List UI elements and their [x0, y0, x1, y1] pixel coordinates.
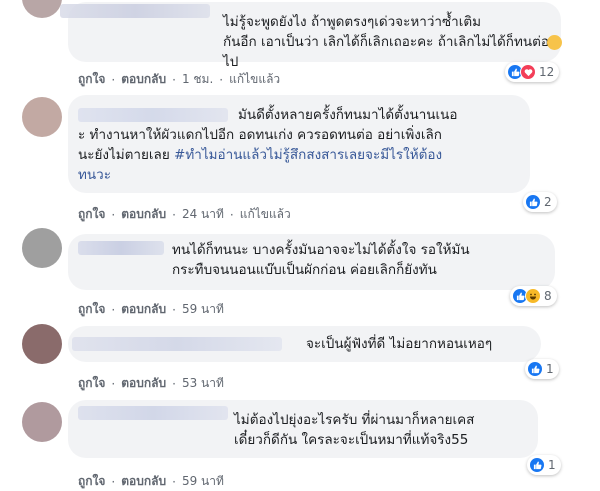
- timestamp[interactable]: 1 ชม.: [182, 70, 213, 89]
- timestamp[interactable]: 53 นาที: [182, 374, 224, 393]
- comment-text: ไม่ต้องไปยุ่งอะไรครับ ที่ผ่านมาก็หลายเคส…: [234, 412, 475, 448]
- comment-bubble: ทนได้ก็ทนนะ บางครั้งมันอาจจะไม่ได้ตั้งใจ…: [68, 234, 555, 290]
- like-link[interactable]: ถูกใจ: [78, 472, 105, 491]
- like-link[interactable]: ถูกใจ: [78, 300, 105, 319]
- reaction-count: 2: [544, 195, 552, 209]
- comment-text: ไม่รู้จะพูดยังไง ถ้าพูดตรงๆเด่วจะหาว่าซ้…: [223, 14, 549, 70]
- commenter-name-blurred[interactable]: [78, 241, 164, 255]
- timestamp[interactable]: 24 นาที: [182, 205, 224, 224]
- timestamp[interactable]: 59 นาที: [182, 472, 224, 491]
- reply-link[interactable]: ตอบกลับ: [121, 472, 166, 491]
- reply-link[interactable]: ตอบกลับ: [121, 205, 166, 224]
- comment-bubble: จะเป็นผู้ฟังที่ดี ไม่อยากหอนเหอๆ: [68, 326, 541, 362]
- comment-actions: ถูกใจ · ตอบกลับ · 59 นาที: [78, 472, 224, 491]
- comment-actions: ถูกใจ · ตอบกลับ · 53 นาที: [78, 374, 224, 393]
- reaction-summary[interactable]: 8: [510, 286, 557, 306]
- avatar[interactable]: [22, 0, 62, 18]
- smirk-emoji-icon: [547, 35, 562, 50]
- comment-text: มันดีตั้งหลายครั้งก็ทนมาได้ตั้งนานเนอ ะ …: [78, 105, 528, 185]
- like-reaction-icon: [527, 361, 543, 377]
- avatar[interactable]: [22, 324, 62, 364]
- like-reaction-icon: [525, 194, 541, 210]
- love-reaction-icon: [520, 64, 536, 80]
- like-link[interactable]: ถูกใจ: [78, 70, 105, 89]
- comment-text: ทนได้ก็ทนนะ บางครั้งมันอาจจะไม่ได้ตั้งใจ…: [172, 242, 470, 278]
- edited-label[interactable]: แก้ไขแล้ว: [229, 70, 280, 89]
- avatar[interactable]: [22, 97, 62, 137]
- haha-reaction-icon: [525, 288, 541, 304]
- reaction-count: 8: [544, 289, 552, 303]
- comment-bubble: มันดีตั้งหลายครั้งก็ทนมาได้ตั้งนานเนอ ะ …: [68, 95, 530, 193]
- like-link[interactable]: ถูกใจ: [78, 205, 105, 224]
- reply-link[interactable]: ตอบกลับ: [121, 374, 166, 393]
- timestamp[interactable]: 59 นาที: [182, 300, 224, 319]
- commenter-name-blurred[interactable]: [60, 4, 210, 18]
- reaction-count: 1: [546, 362, 554, 376]
- comment-actions: ถูกใจ · ตอบกลับ · 59 นาที: [78, 300, 224, 319]
- like-reaction-icon: [529, 457, 545, 473]
- reaction-count: 12: [539, 65, 555, 79]
- avatar[interactable]: [22, 402, 62, 442]
- avatar[interactable]: [22, 228, 62, 268]
- reaction-summary[interactable]: 1: [527, 455, 561, 475]
- comment-bubble: ไม่ต้องไปยุ่งอะไรครับ ที่ผ่านมาก็หลายเคส…: [68, 400, 538, 458]
- edited-label[interactable]: แก้ไขแล้ว: [240, 205, 291, 224]
- reaction-summary[interactable]: 1: [525, 359, 559, 379]
- comment-actions: ถูกใจ · ตอบกลับ · 24 นาที · แก้ไขแล้ว: [78, 205, 291, 224]
- commenter-name-blurred[interactable]: [72, 337, 282, 351]
- comment-text: จะเป็นผู้ฟังที่ดี ไม่อยากหอนเหอๆ: [306, 336, 493, 352]
- reaction-summary[interactable]: 2: [523, 192, 557, 212]
- reply-link[interactable]: ตอบกลับ: [121, 300, 166, 319]
- comment-actions: ถูกใจ · ตอบกลับ · 1 ชม. · แก้ไขแล้ว: [78, 70, 280, 89]
- comment-bubble: ไม่รู้จะพูดยังไง ถ้าพูดตรงๆเด่วจะหาว่าซ้…: [60, 2, 562, 70]
- reply-link[interactable]: ตอบกลับ: [121, 70, 166, 89]
- like-link[interactable]: ถูกใจ: [78, 374, 105, 393]
- reaction-count: 1: [548, 458, 556, 472]
- commenter-name-blurred[interactable]: [78, 406, 228, 420]
- reaction-summary[interactable]: 12: [505, 62, 560, 82]
